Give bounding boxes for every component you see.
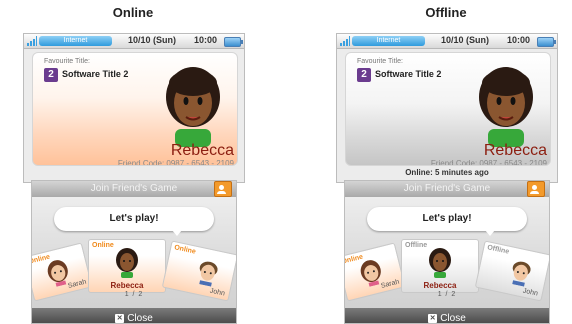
mii-avatar-icon bbox=[429, 248, 451, 278]
mii-avatar-icon bbox=[199, 261, 218, 287]
mii-avatar-icon bbox=[512, 261, 531, 287]
favourite-title-badge: 2 bbox=[44, 68, 58, 82]
close-bar: ✕ Close bbox=[345, 308, 549, 323]
friend-status: Online bbox=[173, 244, 197, 256]
panel-heading: Online bbox=[112, 5, 154, 20]
friend-name: Rebecca bbox=[423, 281, 457, 290]
friend-code: Friend Code: 0987 - 6543 - 2109 bbox=[117, 159, 234, 166]
bottom-screen: Join Friend's Game Let's play! Online Sa… bbox=[31, 180, 237, 324]
time-text: 10:00 bbox=[194, 35, 218, 45]
speech-bubble: Let's play! bbox=[367, 207, 527, 236]
join-friends-game-button[interactable]: Join Friend's Game bbox=[345, 181, 549, 197]
close-bar: ✕ Close bbox=[32, 308, 236, 323]
friend-name: Rebecca bbox=[483, 142, 547, 159]
status-bar: Internet 10/10 (Sun) 10:00 bbox=[337, 34, 557, 49]
page-indicator: 1 / 2 bbox=[437, 291, 457, 298]
time-text: 10:00 bbox=[507, 35, 531, 45]
friend-card-center[interactable]: Offline Rebecca bbox=[401, 239, 479, 293]
close-label: Close bbox=[440, 313, 466, 324]
mii-avatar-icon bbox=[116, 248, 138, 278]
favourite-title-label: Favourite Title: bbox=[357, 58, 403, 65]
date-text: 10/10 (Sun) bbox=[128, 35, 177, 45]
friend-status: Online bbox=[92, 242, 114, 249]
friend-status: Offline bbox=[486, 244, 510, 256]
bottom-screen: Join Friend's Game Let's play! Online Sa… bbox=[344, 180, 550, 324]
friend-status: Offline bbox=[405, 242, 428, 249]
close-button[interactable]: ✕ Close bbox=[428, 311, 466, 324]
top-screen: Internet 10/10 (Sun) 10:00 Favourite Tit… bbox=[336, 33, 558, 183]
online-panel: Online Internet 10/10 (Sun) 10:00 Favour… bbox=[23, 0, 245, 324]
network-indicator: Internet bbox=[352, 36, 425, 46]
close-label: Close bbox=[127, 313, 153, 324]
friend-card: Favourite Title: 2 Software Title 2 Rebe… bbox=[345, 52, 551, 166]
friend-card: Favourite Title: 2 Software Title 2 Rebe… bbox=[32, 52, 238, 166]
offline-panel: Offline Internet 10/10 (Sun) 10:00 Favou… bbox=[336, 0, 558, 324]
close-button[interactable]: ✕ Close bbox=[115, 311, 153, 324]
battery-icon bbox=[224, 37, 243, 47]
status-bar: Internet 10/10 (Sun) 10:00 bbox=[24, 34, 244, 49]
presence-status: Online: 5 minutes ago bbox=[405, 168, 489, 177]
mii-avatar-icon bbox=[479, 67, 533, 147]
friend-card-center[interactable]: Online Rebecca bbox=[88, 239, 166, 293]
join-friends-game-button[interactable]: Join Friend's Game bbox=[32, 181, 236, 197]
friend-list-icon[interactable] bbox=[527, 181, 545, 197]
favourite-title-label: Favourite Title: bbox=[44, 58, 90, 65]
page-indicator: 1 / 2 bbox=[124, 291, 144, 298]
network-indicator: Internet bbox=[39, 36, 112, 46]
friend-code: Friend Code: 0987 - 6543 - 2109 bbox=[430, 159, 547, 166]
date-text: 10/10 (Sun) bbox=[441, 35, 490, 45]
join-friends-game-label: Join Friend's Game bbox=[403, 183, 491, 194]
wifi-icon bbox=[27, 36, 37, 46]
battery-icon bbox=[537, 37, 556, 47]
mii-avatar-icon bbox=[166, 67, 220, 147]
favourite-title-name: Software Title 2 bbox=[62, 69, 129, 79]
favourite-title-name: Software Title 2 bbox=[375, 69, 442, 79]
join-friends-game-label: Join Friend's Game bbox=[90, 183, 178, 194]
speech-bubble: Let's play! bbox=[54, 207, 214, 236]
friend-name: Rebecca bbox=[170, 142, 234, 159]
friend-name: Rebecca bbox=[110, 281, 144, 290]
friend-list-icon[interactable] bbox=[214, 181, 232, 197]
wifi-icon bbox=[340, 36, 350, 46]
top-screen: Internet 10/10 (Sun) 10:00 Favourite Tit… bbox=[23, 33, 245, 183]
favourite-title-badge: 2 bbox=[357, 68, 371, 82]
panel-heading: Offline bbox=[425, 5, 467, 20]
